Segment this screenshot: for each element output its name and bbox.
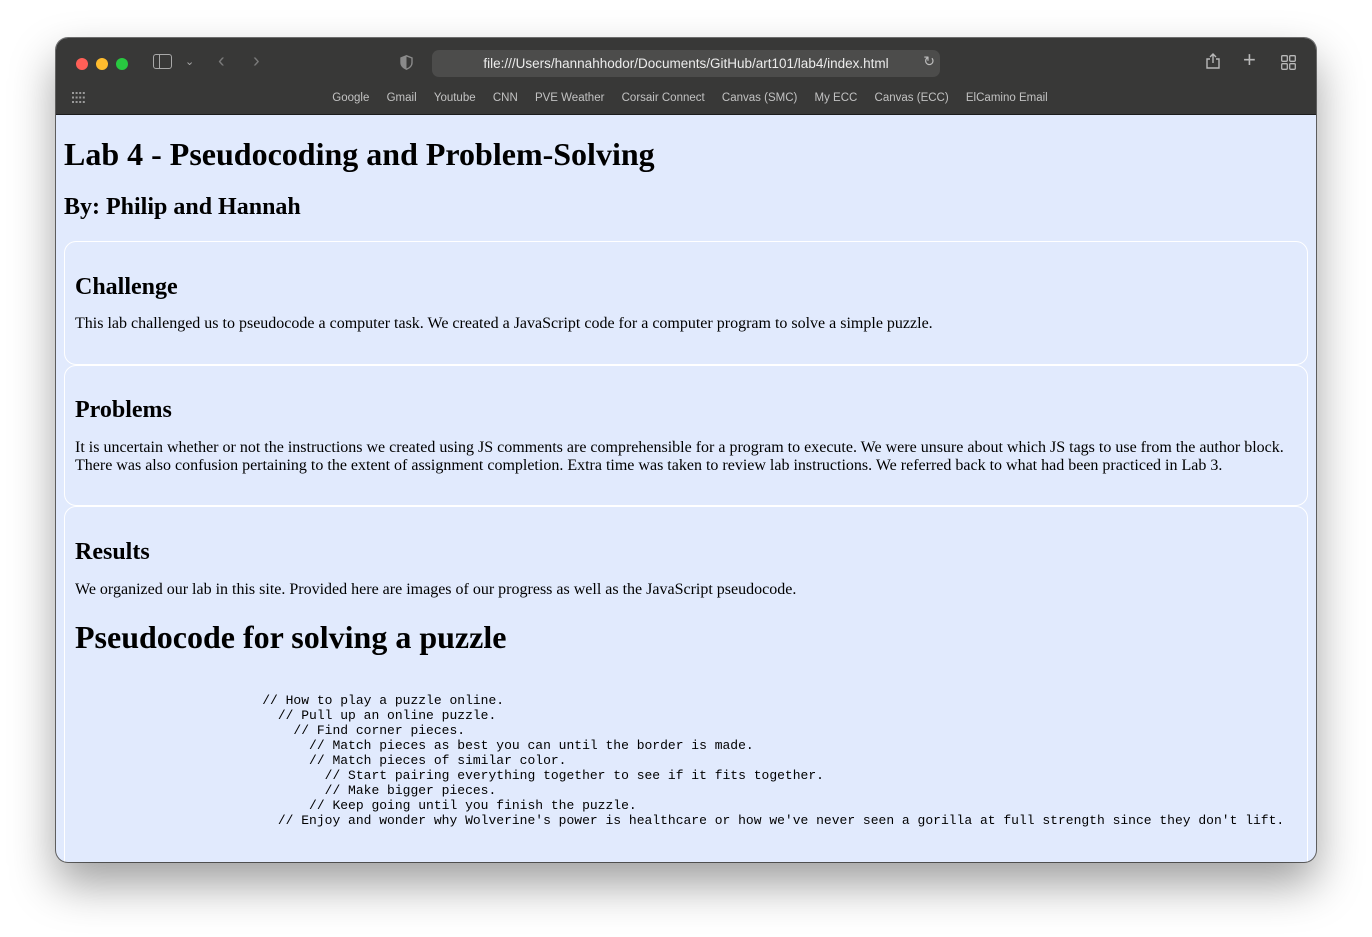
maximize-window-button[interactable]	[116, 58, 128, 70]
bookmark-item[interactable]: Youtube	[434, 89, 476, 107]
section-heading: Results	[75, 539, 150, 565]
reload-icon[interactable]: ↻	[923, 53, 935, 70]
url-text[interactable]: file:///Users/hannahhodor/Documents/GitH…	[432, 50, 940, 77]
bookmark-item[interactable]: CNN	[493, 89, 518, 107]
problems-section: Problems It is uncertain whether or not …	[64, 365, 1308, 506]
bookmark-item[interactable]: PVE Weather	[535, 89, 604, 107]
bookmark-item[interactable]: Canvas (ECC)	[875, 89, 949, 107]
bookmark-item[interactable]: Canvas (SMC)	[722, 89, 797, 107]
bookmark-item[interactable]: My ECC	[815, 89, 858, 107]
back-arrow-icon[interactable]: ‹	[218, 51, 225, 71]
section-body: This lab challenged us to pseudocode a c…	[75, 315, 933, 332]
bookmarks-bar: Google Gmail Youtube CNN PVE Weather Cor…	[56, 89, 1316, 107]
privacy-shield-icon[interactable]	[400, 55, 413, 70]
page-title: Lab 4 - Pseudocoding and Problem-Solving	[64, 136, 655, 172]
minimize-window-button[interactable]	[96, 58, 108, 70]
new-tab-plus-icon[interactable]: +	[1243, 49, 1256, 71]
section-heading: Problems	[75, 397, 172, 423]
bookmark-item[interactable]: Corsair Connect	[622, 89, 705, 107]
results-section: Results We organized our lab in this sit…	[64, 506, 1308, 862]
section-body: It is uncertain whether or not the instr…	[75, 439, 1284, 474]
sidebar-icon[interactable]	[153, 54, 172, 69]
share-icon[interactable]	[1206, 53, 1220, 69]
close-window-button[interactable]	[76, 58, 88, 70]
page-byline: By: Philip and Hannah	[64, 194, 301, 220]
address-bar[interactable]: file:///Users/hannahhodor/Documents/GitH…	[432, 50, 940, 77]
section-body: We organized our lab in this site. Provi…	[75, 581, 797, 598]
code-heading: Pseudocode for solving a puzzle	[75, 619, 507, 655]
browser-window: ⌄ ‹ › file:///Users/hannahhodor/Document…	[56, 38, 1316, 862]
forward-arrow-icon[interactable]: ›	[253, 51, 260, 71]
chevron-down-icon[interactable]: ⌄	[185, 52, 194, 72]
pseudocode-block: // How to play a puzzle online. // Pull …	[262, 693, 1285, 828]
challenge-section: Challenge This lab challenged us to pseu…	[64, 241, 1308, 365]
bookmark-item[interactable]: Gmail	[387, 89, 417, 107]
browser-toolbar: ⌄ ‹ › file:///Users/hannahhodor/Document…	[56, 38, 1316, 115]
web-page-content: Lab 4 - Pseudocoding and Problem-Solving…	[56, 115, 1316, 862]
tab-overview-grid-icon[interactable]	[1281, 55, 1296, 70]
bookmark-item[interactable]: Google	[332, 89, 369, 107]
section-heading: Challenge	[75, 274, 178, 300]
bookmark-item[interactable]: ElCamino Email	[966, 89, 1048, 107]
